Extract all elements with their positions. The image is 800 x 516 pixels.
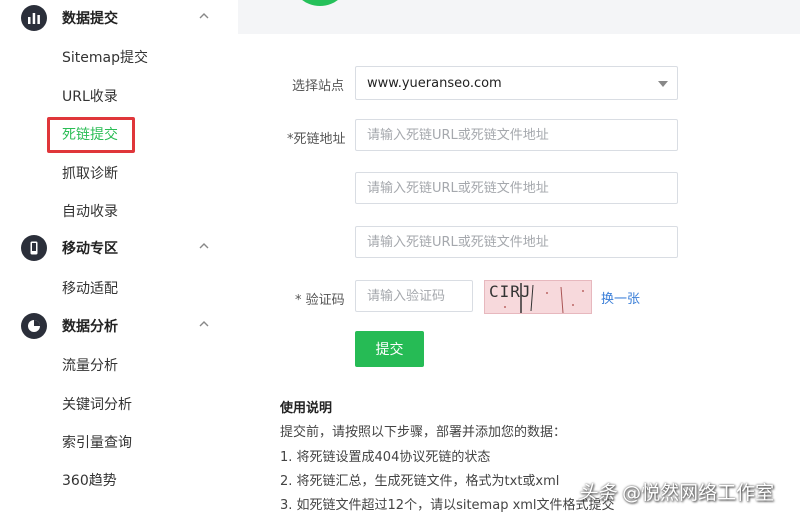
instructions-step: 1. 将死链设置成404协议死链的状态 (280, 450, 491, 465)
sidebar-item-crawl-diagnose[interactable]: 抓取诊断 (62, 163, 118, 183)
sidebar-section-data-submit[interactable]: 数据提交 (0, 0, 238, 36)
deadlink-label: *死链地址 (287, 132, 346, 147)
chevron-up-icon[interactable] (198, 318, 210, 330)
sidebar: 数据提交 Sitemap提交 URL收录 死链提交 抓取诊断 自动收录 移动专区… (0, 0, 238, 516)
sidebar-item-index-volume[interactable]: 索引量查询 (62, 432, 132, 452)
bar-chart-icon (21, 5, 47, 31)
watermark-prefix: 头条 (578, 482, 617, 504)
chevron-up-icon[interactable] (198, 10, 210, 22)
sidebar-item-url-index[interactable]: URL收录 (62, 86, 118, 106)
sidebar-section-title: 数据提交 (62, 11, 118, 27)
site-select[interactable]: www.yueranseo.com (355, 66, 678, 100)
sidebar-section-mobile[interactable]: 移动专区 (0, 230, 238, 266)
mobile-phone-icon (21, 235, 47, 261)
captcha-image[interactable]: CIRJ (484, 280, 592, 314)
sidebar-item-sitemap[interactable]: Sitemap提交 (62, 47, 148, 67)
deadlink-input-3[interactable] (355, 226, 678, 258)
sidebar-section-title: 移动专区 (62, 241, 118, 257)
instructions-intro: 提交前，请按照以下步骤，部署并添加您的数据： (280, 425, 567, 440)
highlight-box (47, 117, 135, 153)
sidebar-item-mobile-adapt[interactable]: 移动适配 (62, 278, 118, 298)
captcha-input[interactable] (355, 280, 473, 312)
sidebar-item-auto-index[interactable]: 自动收录 (62, 201, 118, 221)
sidebar-section-analytics[interactable]: 数据分析 (0, 308, 238, 344)
submit-button[interactable]: 提交 (355, 331, 424, 367)
pie-chart-icon (21, 313, 47, 339)
site-label: 选择站点 (292, 79, 345, 94)
watermark: 头条 @悦然网络工作室 (578, 478, 774, 505)
deadlink-input-1[interactable] (355, 119, 678, 151)
instructions-step: 2. 将死链汇总，生成死链文件，格式为txt或xml (280, 474, 560, 489)
instructions-title: 使用说明 (280, 401, 333, 416)
sidebar-item-360-trend[interactable]: 360趋势 (62, 470, 117, 490)
caret-down-icon (658, 81, 668, 87)
instructions-step: 3. 如死链文件超过12个，请以sitemap xml文件格式提交 (280, 498, 615, 513)
captcha-refresh-link[interactable]: 换一张 (601, 288, 640, 307)
chevron-up-icon[interactable] (198, 240, 210, 252)
sidebar-item-keywords[interactable]: 关键词分析 (62, 394, 132, 414)
sidebar-item-traffic[interactable]: 流量分析 (62, 355, 118, 375)
captcha-text: CIRJ (489, 282, 532, 301)
watermark-text: @悦然网络工作室 (622, 482, 775, 504)
deadlink-input-2[interactable] (355, 172, 678, 204)
captcha-label: * 验证码 (295, 293, 345, 308)
sidebar-section-title: 数据分析 (62, 319, 118, 335)
site-select-value: www.yueranseo.com (367, 76, 502, 91)
